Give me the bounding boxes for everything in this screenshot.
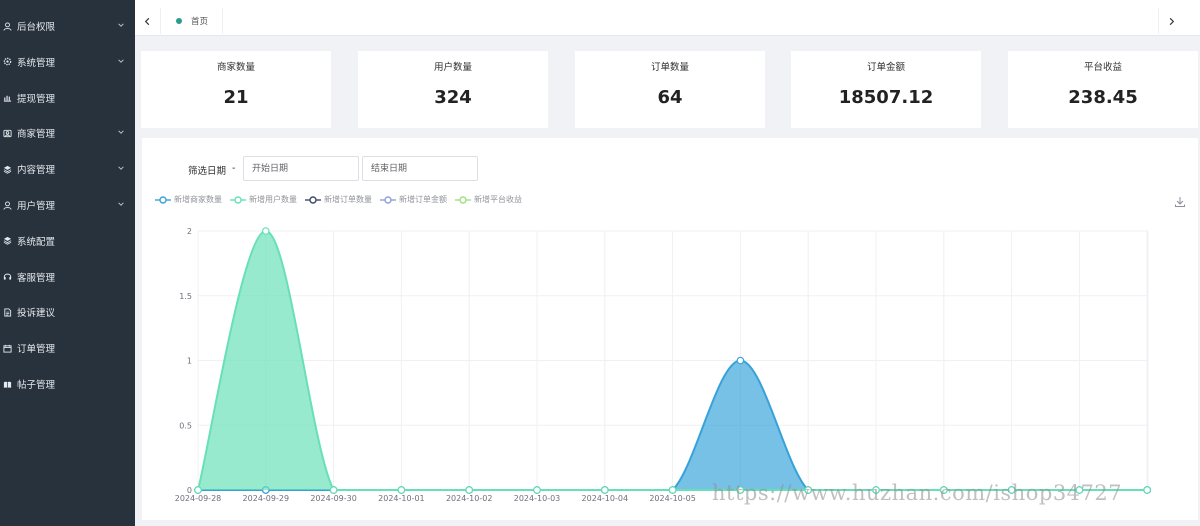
active-dot bbox=[176, 18, 182, 24]
data-point bbox=[600, 486, 609, 494]
data-point bbox=[262, 227, 270, 235]
user-icon bbox=[2, 200, 12, 210]
data-point bbox=[736, 356, 745, 365]
tags-scroll-right-button[interactable] bbox=[1158, 8, 1184, 34]
legend-marker-icon bbox=[305, 195, 321, 204]
sidebar-item-8[interactable]: 客服管理 bbox=[0, 259, 135, 295]
stat-value: 324 bbox=[434, 87, 472, 108]
chevron-down-icon bbox=[118, 23, 124, 27]
user-icon bbox=[2, 21, 12, 31]
chevron-down-icon bbox=[118, 130, 124, 135]
stat-card-orders: 订单数量 64 bbox=[575, 51, 765, 128]
stat-card-merchants: 商家数量 21 bbox=[141, 51, 331, 128]
legend-marker-icon bbox=[380, 195, 396, 204]
legend-label: 新增用户数量 bbox=[249, 195, 297, 204]
stat-label: 用户数量 bbox=[433, 62, 472, 73]
stat-label: 平台收益 bbox=[1083, 62, 1122, 73]
layers-icon bbox=[2, 236, 12, 246]
gear-icon bbox=[2, 57, 12, 67]
sidebar-item-5[interactable]: 内容管理 bbox=[0, 151, 135, 187]
legend-marker-icon bbox=[455, 195, 471, 204]
chevron-right-icon bbox=[1169, 17, 1175, 25]
data-point bbox=[262, 486, 270, 494]
chevron-down-icon bbox=[118, 166, 124, 171]
chevron-down-icon bbox=[118, 202, 124, 206]
sidebar-item-label: 系统配置 bbox=[17, 236, 56, 248]
data-point bbox=[668, 486, 677, 494]
stat-label: 商家数量 bbox=[216, 62, 255, 73]
stat-card-users: 用户数量 324 bbox=[358, 51, 548, 128]
legend-item-4[interactable]: 新增订单金额 bbox=[380, 194, 447, 205]
legend-item-3[interactable]: 新增订单数量 bbox=[305, 194, 372, 205]
sidebar-item-11[interactable]: 帖子管理 bbox=[0, 366, 135, 402]
sidebar-item-label: 内容管理 bbox=[17, 165, 56, 177]
sidebar-item-label: 用户管理 bbox=[17, 201, 56, 212]
data-point bbox=[533, 486, 541, 494]
sidebar-item-label: 投诉建议 bbox=[17, 308, 56, 320]
stat-label: 订单金额 bbox=[866, 62, 905, 73]
data-point bbox=[1143, 486, 1152, 494]
legend-label: 新增订单数量 bbox=[324, 195, 372, 204]
calendar-icon bbox=[2, 343, 12, 353]
watermark-text: https://www.huzhan.com/ishop34727 bbox=[712, 481, 1123, 505]
start-date-input[interactable] bbox=[243, 156, 359, 181]
download-icon[interactable] bbox=[1174, 196, 1186, 208]
stat-value: 21 bbox=[223, 87, 249, 108]
tag-home-label: 首页 bbox=[191, 17, 209, 27]
sidebar-item-label: 后台权限 bbox=[17, 22, 56, 33]
book-icon bbox=[2, 379, 12, 389]
stat-card-order-amount: 订单金额 18507.12 bbox=[791, 51, 981, 128]
layers-icon bbox=[2, 164, 12, 174]
sidebar: 后台权限系统管理提现管理商家管理内容管理用户管理系统配置客服管理投诉建议订单管理… bbox=[0, 0, 135, 526]
data-point bbox=[397, 486, 406, 494]
sidebar-item-1[interactable]: 后台权限 bbox=[0, 8, 135, 44]
stat-label: 订单数量 bbox=[650, 62, 689, 73]
data-point bbox=[329, 486, 338, 494]
tags-view-bar: 首页 bbox=[135, 0, 1200, 36]
sidebar-item-label: 订单管理 bbox=[17, 344, 56, 356]
stat-card-platform-revenue: 平台收益 238.45 bbox=[1008, 51, 1198, 128]
chevron-down-icon bbox=[118, 59, 124, 63]
store-icon bbox=[2, 128, 12, 138]
filter-date-label: 筛选日期 bbox=[188, 166, 227, 177]
sidebar-item-9[interactable]: 投诉建议 bbox=[0, 294, 135, 330]
sidebar-item-6[interactable]: 用户管理 bbox=[0, 187, 135, 223]
sidebar-item-3[interactable]: 提现管理 bbox=[0, 80, 135, 116]
legend-item-1[interactable]: 新增商家数量 bbox=[155, 194, 222, 205]
headset-icon bbox=[2, 272, 12, 282]
chart-icon bbox=[2, 93, 12, 103]
legend-label: 新增商家数量 bbox=[174, 195, 222, 204]
sidebar-item-label: 商家管理 bbox=[17, 129, 56, 141]
legend-marker-icon bbox=[155, 195, 171, 204]
document-icon bbox=[2, 307, 12, 317]
legend-label: 新增平台收益 bbox=[474, 195, 522, 204]
sidebar-item-label: 系统管理 bbox=[17, 57, 56, 69]
chevron-left-icon bbox=[144, 17, 150, 25]
legend-label: 新增订单金额 bbox=[399, 195, 447, 204]
sidebar-item-label: 帖子管理 bbox=[17, 380, 56, 391]
legend-item-5[interactable]: 新增平台收益 bbox=[455, 194, 522, 205]
stat-value: 18507.12 bbox=[838, 87, 934, 108]
chart-panel: 筛选日期 - 新增商家数量 新增用户数量 新增订单数量 新增订单金额 新增平台收益 bbox=[142, 138, 1198, 520]
sidebar-item-label: 提现管理 bbox=[17, 93, 56, 105]
sidebar-item-10[interactable]: 订单管理 bbox=[0, 330, 135, 366]
tag-home[interactable]: 首页 bbox=[162, 8, 224, 34]
data-point bbox=[465, 486, 474, 494]
sidebar-item-7[interactable]: 系统配置 bbox=[0, 223, 135, 259]
legend-item-2[interactable]: 新增用户数量 bbox=[230, 194, 297, 205]
sidebar-item-2[interactable]: 系统管理 bbox=[0, 44, 135, 80]
sidebar-item-label: 客服管理 bbox=[17, 272, 56, 284]
tags-scroll-left-button[interactable] bbox=[135, 8, 161, 34]
stat-value: 64 bbox=[657, 87, 683, 108]
stat-value: 238.45 bbox=[1068, 87, 1138, 108]
chart-legend: 新增商家数量 新增用户数量 新增订单数量 新增订单金额 新增平台收益 bbox=[155, 194, 530, 205]
legend-marker-icon bbox=[230, 195, 246, 204]
end-date-input[interactable] bbox=[362, 156, 478, 181]
filter-separator: - bbox=[232, 163, 236, 174]
data-point bbox=[194, 486, 202, 494]
sidebar-item-4[interactable]: 商家管理 bbox=[0, 115, 135, 151]
